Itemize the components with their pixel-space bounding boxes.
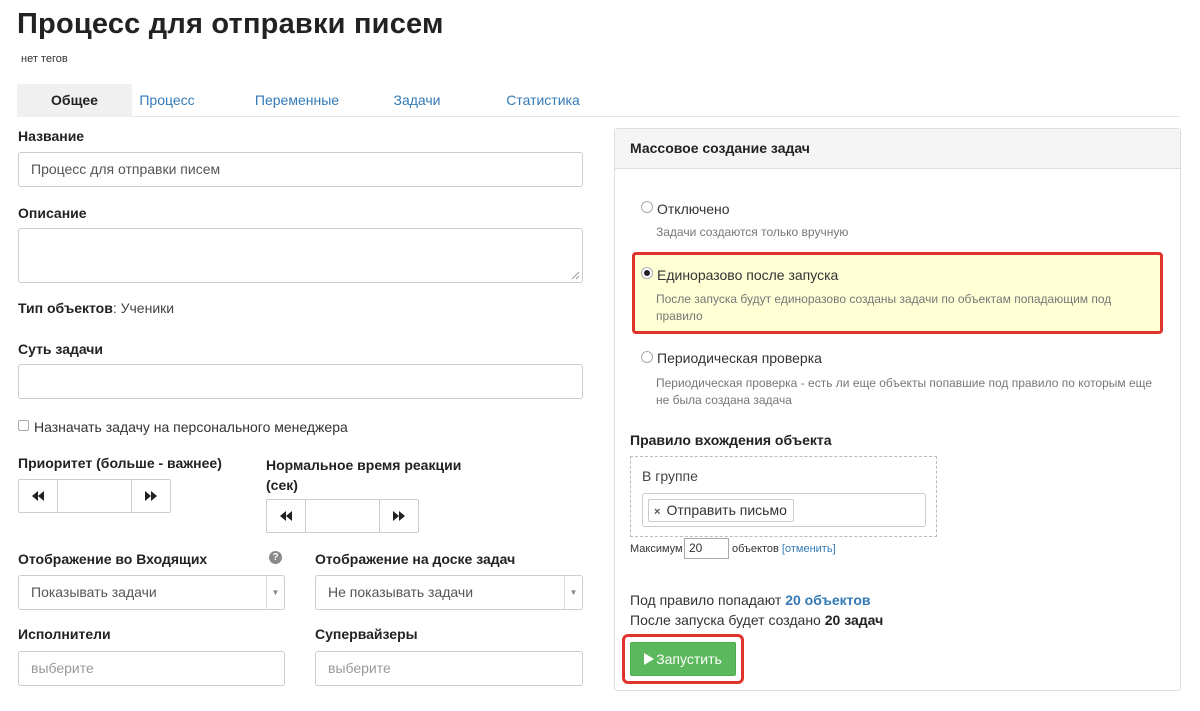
- summary-tasks: После запуска будет создано 20 задач: [630, 612, 883, 628]
- option-once-title: Единоразово после запуска: [657, 267, 839, 283]
- run-button[interactable]: Запустить: [630, 642, 736, 676]
- assign-manager-label: Назначать задачу на персонального менедж…: [34, 419, 348, 435]
- group-token-label: Отправить письмо: [666, 502, 787, 518]
- name-label: Название: [18, 128, 85, 144]
- rewind-icon: [279, 511, 292, 521]
- option-periodic-desc-line1: Периодическая проверка - есть ли еще объ…: [656, 376, 1153, 390]
- object-type-value: : Ученики: [112, 300, 175, 316]
- inbox-select-value: Показывать задачи: [31, 584, 157, 600]
- option-disabled-title: Отключено: [657, 201, 730, 217]
- tab-general[interactable]: Общее: [17, 84, 132, 117]
- resize-grip-icon[interactable]: [571, 271, 580, 280]
- rule-box: В группе × Отправить письмо: [630, 456, 937, 537]
- tabs-bar: Общее Процесс Переменные Задачи Статисти…: [17, 84, 1180, 117]
- priority-stepper: [18, 479, 171, 513]
- executors-placeholder: выберите: [31, 660, 94, 676]
- option-once-desc-line2: правило: [656, 309, 703, 323]
- run-button-highlight: Запустить: [622, 634, 744, 684]
- task-label: Суть задачи: [18, 341, 104, 357]
- supervisors-input[interactable]: выберите: [315, 651, 583, 686]
- max-label: Максимум: [630, 543, 683, 555]
- remove-token-icon[interactable]: ×: [654, 506, 660, 518]
- objects-count-link[interactable]: 20 объектов: [785, 592, 870, 608]
- executors-label: Исполнители: [18, 626, 111, 642]
- radio-periodic[interactable]: [641, 351, 653, 363]
- inbox-label: Отображение во Входящих: [18, 551, 208, 567]
- group-token-field[interactable]: × Отправить письмо: [642, 493, 926, 527]
- board-label: Отображение на доске задач: [315, 551, 516, 567]
- page-title: Процесс для отправки писем: [17, 8, 444, 40]
- cancel-close-bracket: ]: [832, 543, 836, 555]
- fast-forward-icon: [392, 511, 405, 521]
- inbox-select[interactable]: Показывать задачи ▼: [18, 575, 285, 610]
- fast-forward-icon: [144, 491, 157, 501]
- reaction-decrease-button[interactable]: [267, 500, 305, 532]
- group-token: × Отправить письмо: [648, 499, 794, 522]
- radio-once[interactable]: [641, 267, 653, 279]
- reaction-stepper: [266, 499, 419, 533]
- reaction-label-line2: (сек): [266, 477, 298, 493]
- summary-objects: Под правило попадают 20 объектов: [630, 592, 871, 608]
- assign-manager-checkbox[interactable]: [18, 420, 29, 431]
- max-suffix: объектов [отменить]: [732, 542, 836, 556]
- chevron-down-icon: ▼: [564, 576, 582, 609]
- cancel-link[interactable]: отменить: [785, 543, 833, 555]
- group-label: В группе: [642, 468, 698, 484]
- tab-process[interactable]: Процесс: [132, 84, 202, 117]
- reaction-label: Нормальное время реакции (сек): [266, 455, 461, 495]
- rule-label: Правило вхождения объекта: [630, 432, 832, 448]
- tasks-count: 20 задач: [824, 612, 884, 628]
- summary-tasks-text: После запуска будет создано: [630, 612, 825, 628]
- help-icon[interactable]: ?: [269, 551, 282, 564]
- board-select-value: Не показывать задачи: [328, 584, 474, 600]
- option-periodic-title: Периодическая проверка: [657, 350, 822, 366]
- task-input[interactable]: [18, 364, 583, 399]
- max-input[interactable]: 20: [684, 538, 729, 559]
- object-type-label: Тип объектов: [18, 300, 113, 316]
- supervisors-label: Супервайзеры: [315, 626, 418, 642]
- priority-value[interactable]: [57, 480, 132, 512]
- priority-decrease-button[interactable]: [19, 480, 57, 512]
- object-type: Тип объектов: Ученики: [18, 300, 174, 316]
- play-icon: [644, 653, 655, 665]
- radio-disabled[interactable]: [641, 201, 653, 213]
- chevron-down-icon: ▼: [266, 576, 284, 609]
- reaction-label-line1: Нормальное время реакции: [266, 457, 462, 473]
- panel-title: Массовое создание задач: [615, 129, 1180, 169]
- option-once-desc-line1: После запуска будут единоразово созданы …: [656, 292, 1112, 306]
- tags-label: нет тегов: [21, 53, 68, 65]
- supervisors-placeholder: выберите: [328, 660, 391, 676]
- tab-tasks[interactable]: Задачи: [387, 84, 447, 117]
- tab-statistics[interactable]: Статистика: [493, 84, 593, 117]
- reaction-value[interactable]: [305, 500, 380, 532]
- name-input[interactable]: Процесс для отправки писем: [18, 152, 583, 187]
- priority-increase-button[interactable]: [132, 480, 170, 512]
- mass-creation-panel: Массовое создание задач Отключено Задачи…: [614, 128, 1181, 691]
- priority-label: Приоритет (больше - важнее): [18, 455, 222, 471]
- tab-variables[interactable]: Переменные: [247, 84, 347, 117]
- objects-label: объектов: [732, 543, 779, 555]
- executors-input[interactable]: выберите: [18, 651, 285, 686]
- run-button-label: Запустить: [656, 651, 722, 667]
- summary-objects-text: Под правило попадают: [630, 592, 786, 608]
- option-periodic-desc-line2: не была создана задача: [656, 393, 792, 407]
- option-disabled-desc: Задачи создаются только вручную: [656, 225, 849, 239]
- description-textarea[interactable]: [18, 228, 583, 283]
- rewind-icon: [31, 491, 44, 501]
- reaction-increase-button[interactable]: [380, 500, 418, 532]
- description-label: Описание: [18, 205, 87, 221]
- board-select[interactable]: Не показывать задачи ▼: [315, 575, 583, 610]
